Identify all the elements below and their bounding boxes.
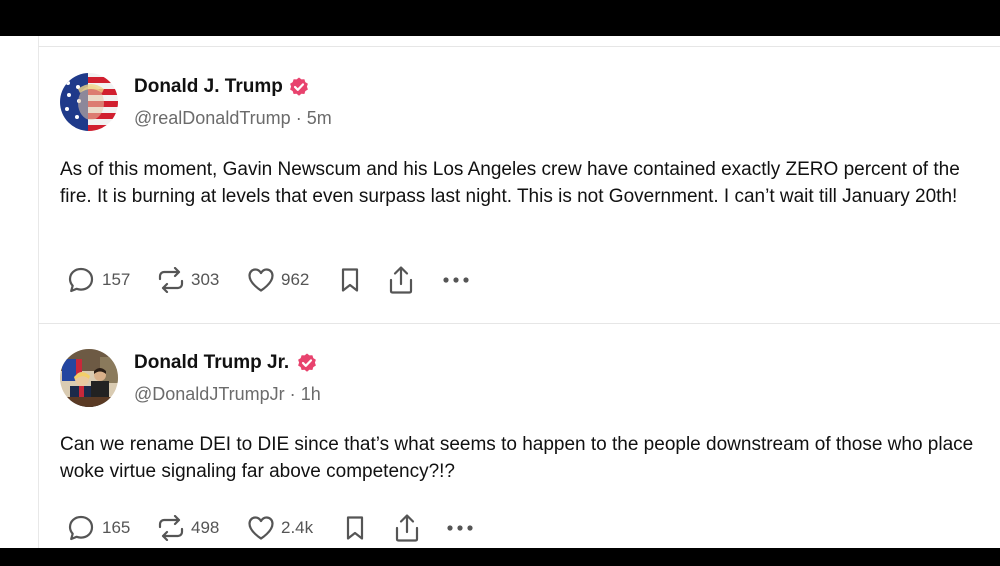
reply-count: 165 [102,518,131,537]
bottom-black-bar [0,548,1000,566]
handle-separator: · [295,108,302,128]
post-text: Can we rename DEI to DIE since that’s wh… [60,434,974,482]
author-handle[interactable]: @realDonaldTrump · 5m [134,108,332,129]
bookmark-button[interactable] [344,515,366,541]
share-button[interactable] [388,265,414,295]
repost-count: 303 [191,270,220,289]
like-count: 2.4k [281,518,314,537]
like-icon [248,268,274,292]
more-icon [443,277,469,283]
more-button[interactable] [446,520,474,536]
bookmark-icon [346,516,364,540]
reply-icon [68,267,94,293]
repost-icon [158,267,184,293]
more-icon [447,525,473,531]
share-icon [395,514,419,542]
handle-text[interactable]: @realDonaldTrump [134,108,291,128]
reply-button[interactable]: 157 [68,267,130,293]
handle-separator: · [289,384,296,404]
reply-icon [68,515,94,541]
avatar[interactable] [60,73,118,131]
like-icon [248,516,274,540]
top-black-bar [0,0,1000,36]
like-button[interactable]: 2.4k [247,515,313,541]
verified-badge-icon [298,353,316,372]
post-divider [38,323,1000,324]
repost-button[interactable]: 303 [157,267,219,293]
post-text: As of this moment, Gavin Newscum and his… [60,159,960,207]
share-button[interactable] [394,513,420,543]
bookmark-icon [341,268,359,292]
avatar[interactable] [60,349,118,407]
handle-text[interactable]: @DonaldJTrumpJr [134,384,285,404]
repost-button[interactable]: 498 [157,515,219,541]
reply-button[interactable]: 165 [68,515,130,541]
like-button[interactable]: 962 [247,267,309,293]
share-icon [389,266,413,294]
like-count: 962 [281,270,310,289]
repost-count: 498 [191,518,220,537]
author-handle[interactable]: @DonaldJTrumpJr · 1h [134,384,321,405]
feed-top-divider [38,46,1000,47]
post-time[interactable]: 5m [307,108,332,128]
more-button[interactable] [442,272,470,288]
reply-count: 157 [102,270,131,289]
author-name[interactable]: Donald J. Trump [134,76,283,98]
post-time[interactable]: 1h [301,384,321,404]
verified-badge-icon [290,77,308,96]
author-name[interactable]: Donald Trump Jr. [134,352,289,374]
bookmark-button[interactable] [339,267,361,293]
repost-icon [158,515,184,541]
